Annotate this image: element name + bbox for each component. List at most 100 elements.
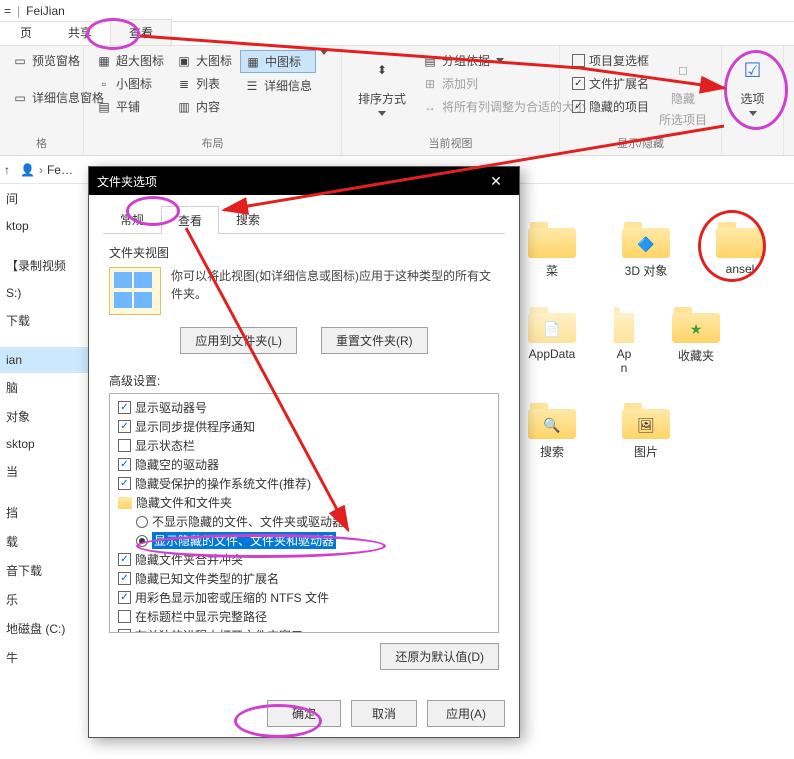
- tree-item-label: 隐藏空的驱动器: [135, 456, 219, 473]
- view-medium-icons[interactable]: ▦中图标: [240, 50, 316, 73]
- tree-item[interactable]: 在标题栏中显示完整路径: [112, 607, 496, 626]
- tree-item-label: 不显示隐藏的文件、文件夹或驱动器: [152, 513, 344, 530]
- tree-item[interactable]: 显示同步提供程序通知: [112, 417, 496, 436]
- tree-item[interactable]: 显示状态栏: [112, 436, 496, 455]
- sidebar-item[interactable]: 脑: [0, 373, 88, 402]
- apply-button[interactable]: 应用(A): [427, 700, 505, 727]
- fit-icon: ↔: [422, 99, 438, 115]
- folder-icon: [716, 218, 764, 258]
- options-button[interactable]: ☑ 选项: [729, 50, 777, 120]
- folder-item-cut[interactable]: Ap n: [614, 303, 634, 375]
- view-details[interactable]: ☰详细信息: [240, 75, 316, 96]
- dialog-titlebar[interactable]: 文件夹选项 ✕: [89, 167, 519, 195]
- tab-home[interactable]: 页: [2, 20, 50, 45]
- cancel-button[interactable]: 取消: [351, 700, 417, 727]
- user-icon: 👤: [20, 163, 35, 177]
- tree-item[interactable]: 显示隐藏的文件、文件夹和驱动器: [112, 531, 496, 550]
- hide-selected-button[interactable]: ◻ 隐藏 所选项目: [657, 50, 709, 132]
- sidebar-item[interactable]: 间: [0, 184, 88, 213]
- sidebar-item[interactable]: [0, 239, 88, 251]
- view-extra-large-icons[interactable]: ▦超大图标: [92, 50, 168, 71]
- view-list[interactable]: ≣列表: [172, 73, 236, 94]
- sidebar-item[interactable]: 乐: [0, 585, 88, 614]
- tree-item[interactable]: 用彩色显示加密或压缩的 NTFS 文件: [112, 588, 496, 607]
- tree-item[interactable]: 隐藏空的驱动器: [112, 455, 496, 474]
- tab-share[interactable]: 共享: [50, 20, 110, 45]
- tree-item-label: 隐藏文件夹合并冲突: [135, 551, 243, 568]
- watermark: 九游: [727, 725, 786, 751]
- hidden-folder-icon: [614, 303, 634, 343]
- checkbox-icon: [572, 100, 585, 113]
- folder-item-searches[interactable]: 🔍搜索: [520, 399, 584, 460]
- ribbon-current-view-group-label: 当前视图: [350, 133, 551, 151]
- sidebar-item[interactable]: sktop: [0, 431, 88, 457]
- folder-item-3d-objects[interactable]: 🔷3D 对象: [614, 218, 678, 279]
- item-checkboxes-toggle[interactable]: 项目复选框: [568, 50, 653, 71]
- sidebar-item[interactable]: 地磁盘 (C:): [0, 614, 88, 643]
- titlebar-separator: |: [17, 4, 20, 18]
- dialog-tab-search[interactable]: 搜索: [219, 205, 277, 233]
- sidebar-item[interactable]: 载: [0, 527, 88, 556]
- checkbox-icon: [118, 439, 131, 452]
- tree-item[interactable]: 隐藏文件和文件夹: [112, 493, 496, 512]
- checkbox-icon: [118, 629, 131, 633]
- reset-folders-button[interactable]: 重置文件夹(R): [321, 327, 428, 354]
- checkbox-icon: [118, 401, 131, 414]
- folder-item-pictures[interactable]: 🖼图片: [614, 399, 678, 460]
- close-button[interactable]: ✕: [481, 173, 511, 190]
- dialog-tab-strip: 常规 查看 搜索: [103, 205, 505, 234]
- sidebar-item[interactable]: 对象: [0, 402, 88, 431]
- sidebar-item[interactable]: 音下载: [0, 556, 88, 585]
- search-folder-icon: 🔍: [528, 399, 576, 439]
- sidebar-item-selected[interactable]: ian: [0, 347, 88, 373]
- view-small-icons[interactable]: ▫小图标: [92, 73, 168, 94]
- breadcrumb-segment[interactable]: Fe…: [47, 163, 73, 177]
- tree-item[interactable]: 在单独的进程中打开文件夹窗口: [112, 626, 496, 633]
- tree-item-label: 在标题栏中显示完整路径: [135, 608, 267, 625]
- tree-item[interactable]: 隐藏文件夹合并冲突: [112, 550, 496, 569]
- advanced-settings-tree[interactable]: 显示驱动器号显示同步提供程序通知显示状态栏隐藏空的驱动器隐藏受保护的操作系统文件…: [109, 393, 499, 633]
- sidebar-item[interactable]: 当: [0, 457, 88, 486]
- folder-item[interactable]: 菜: [520, 218, 584, 279]
- layout-more-icon[interactable]: [320, 50, 328, 55]
- sidebar-item[interactable]: ktop: [0, 213, 88, 239]
- nav-up-icon[interactable]: ↑: [4, 163, 10, 177]
- restore-defaults-button[interactable]: 还原为默认值(D): [380, 643, 499, 670]
- view-large-icons[interactable]: ▣大图标: [172, 50, 236, 71]
- dialog-tab-view[interactable]: 查看: [161, 206, 219, 234]
- sidebar-item[interactable]: [0, 335, 88, 347]
- ribbon: ▭ 预览窗格 ▭ 详细信息窗格 格 ▦超大图标 ▫小图标 ▤平铺 ▣大图标 ≣列…: [0, 46, 794, 156]
- tree-item[interactable]: 隐藏已知文件类型的扩展名: [112, 569, 496, 588]
- ribbon-group-current-view: ⬍ 排序方式 ▤分组依据 ⊞添加列 ↔将所有列调整为合适的大小 当前视图: [342, 46, 560, 155]
- dialog-tab-general[interactable]: 常规: [103, 205, 161, 233]
- folder-views-heading: 文件夹视图: [109, 244, 499, 261]
- sidebar-item[interactable]: S:): [0, 280, 88, 306]
- hidden-items-toggle[interactable]: 隐藏的项目: [568, 96, 653, 117]
- hide-icon: ◻: [667, 54, 699, 86]
- apply-to-folders-button[interactable]: 应用到文件夹(L): [180, 327, 297, 354]
- sidebar-item[interactable]: 挡: [0, 498, 88, 527]
- sidebar-item[interactable]: 牛: [0, 643, 88, 672]
- folder-icon: [528, 218, 576, 258]
- favorites-folder-icon: ★: [672, 303, 720, 343]
- view-tiles[interactable]: ▤平铺: [92, 96, 168, 117]
- ok-button[interactable]: 确定: [267, 700, 341, 727]
- tree-item[interactable]: 显示驱动器号: [112, 398, 496, 417]
- tree-item-label: 隐藏受保护的操作系统文件(推荐): [135, 475, 311, 492]
- tree-item[interactable]: 不显示隐藏的文件、文件夹或驱动器: [112, 512, 496, 531]
- sidebar-item[interactable]: 【录制视频: [0, 251, 88, 280]
- sidebar-item[interactable]: [0, 486, 88, 498]
- tree-item[interactable]: 隐藏受保护的操作系统文件(推荐): [112, 474, 496, 493]
- view-content[interactable]: ▥内容: [172, 96, 236, 117]
- pictures-folder-icon: 🖼: [622, 399, 670, 439]
- preview-pane-button[interactable]: ▭ 预览窗格: [8, 50, 84, 71]
- sidebar-item[interactable]: 下载: [0, 306, 88, 335]
- folder-item-appdata[interactable]: 📄AppData: [520, 303, 584, 375]
- folder-item-ansel[interactable]: ansel: [708, 218, 772, 279]
- sort-by-button[interactable]: ⬍ 排序方式: [350, 50, 414, 120]
- folder-item-favorites[interactable]: ★收藏夹: [664, 303, 728, 375]
- content-icon: ▥: [176, 99, 192, 115]
- tab-view[interactable]: 查看: [110, 19, 172, 45]
- file-extensions-toggle[interactable]: 文件扩展名: [568, 73, 653, 94]
- ribbon-group-show-hide: 项目复选框 文件扩展名 隐藏的项目 ◻ 隐藏 所选项目 显示/隐藏: [560, 46, 722, 155]
